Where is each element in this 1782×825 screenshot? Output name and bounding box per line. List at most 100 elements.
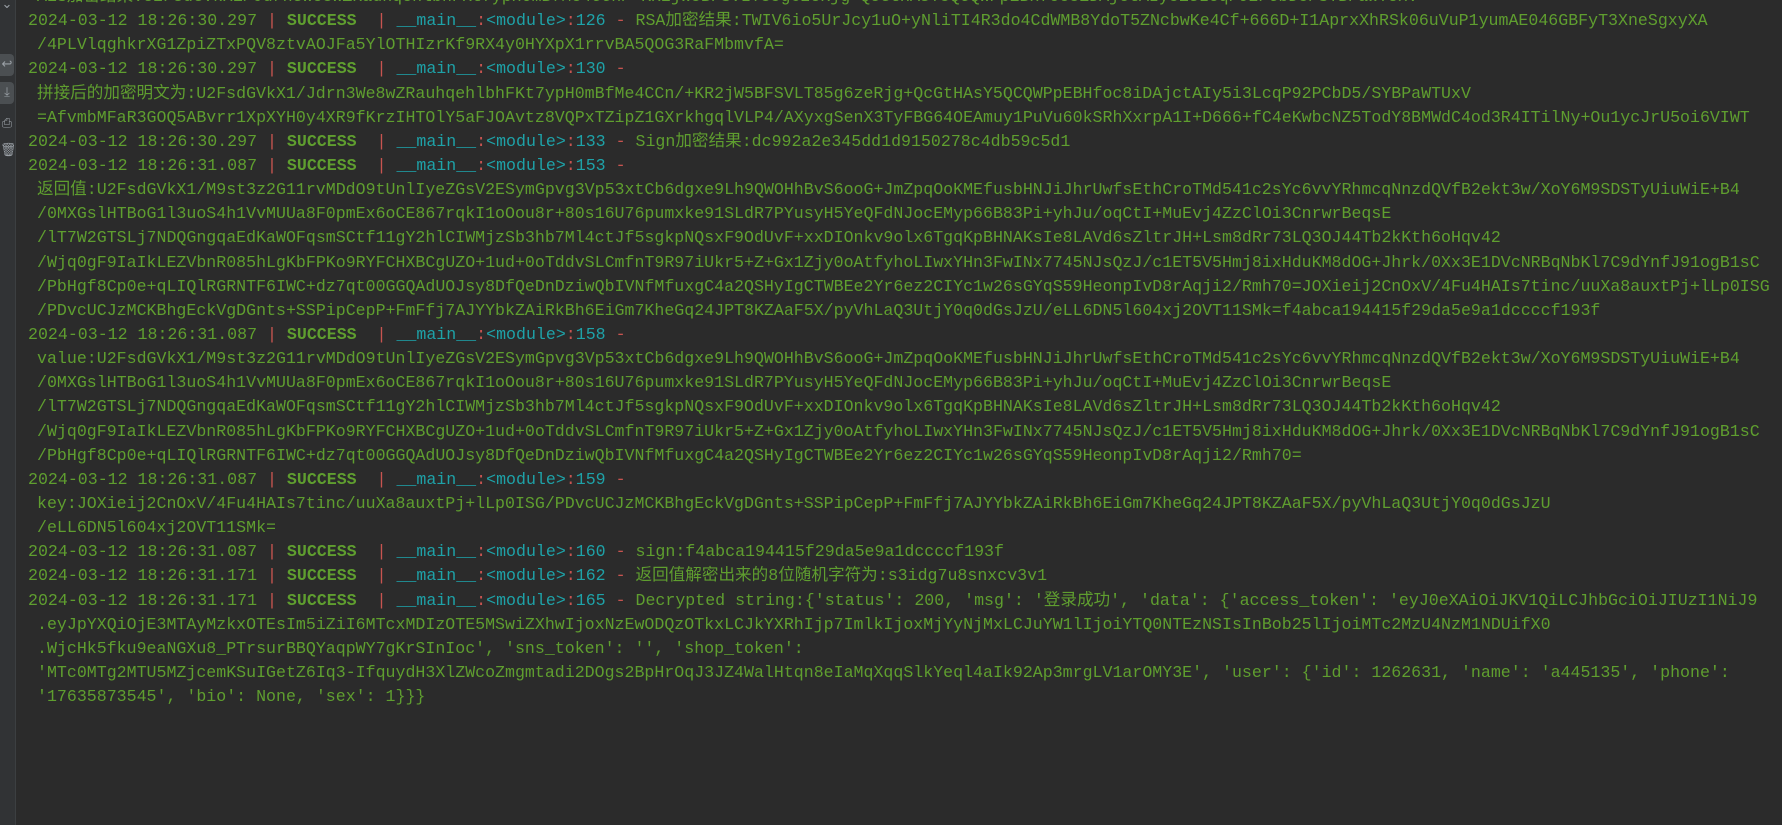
line-number: 133 bbox=[575, 131, 606, 151]
log-continuation-line: /4PLVlqghkrXG1ZpiZTxPQV8ztvAOJFa5YlOTHIz… bbox=[37, 35, 784, 55]
separator: | bbox=[356, 590, 397, 610]
log-continuation-line: /PbHgf8Cp0e+qLIQlRGRNTF6IWC+dz7qt00GGQAd… bbox=[37, 445, 1302, 465]
separator: : bbox=[565, 11, 576, 31]
separator: : bbox=[565, 59, 576, 79]
timestamp: 2024-03-12 18:26:31.087 bbox=[28, 542, 258, 562]
console-output[interactable]: AES加密结果:U2FsdGVkX1/Jdrn3We8wZRauhqehlbhF… bbox=[28, 0, 1782, 709]
separator: | bbox=[257, 469, 287, 489]
function-name: <module> bbox=[486, 566, 566, 586]
log-message: sign:f4abca194415f29da5e9a1dccccf193f bbox=[635, 542, 1004, 562]
log-continuation-line: /0MXGslHTBoG1l3uoS4h1VvMUUa8F0pmEx6oCE86… bbox=[37, 204, 1392, 224]
separator: | bbox=[356, 11, 397, 31]
log-entry-header: 2024-03-12 18:26:30.297 | SUCCESS | __ma… bbox=[28, 9, 1782, 33]
function-name: <module> bbox=[486, 590, 566, 610]
separator: : bbox=[565, 324, 576, 344]
line-number: 130 bbox=[575, 59, 606, 79]
log-continuation-line: /lT7W2GTSLj7NDQGngqaEdKaWOFqsmSCtf11gY2h… bbox=[37, 397, 1501, 417]
separator: - bbox=[605, 566, 636, 586]
print-icon[interactable]: ⎙ bbox=[0, 113, 14, 135]
log-entry-header: 2024-03-12 18:26:30.297 | SUCCESS | __ma… bbox=[28, 130, 1782, 154]
function-name: <module> bbox=[486, 542, 566, 562]
module-name: __main__ bbox=[396, 11, 477, 31]
separator: : bbox=[565, 469, 576, 489]
log-message: Decrypted string:{'status': 200, 'msg': … bbox=[635, 590, 1758, 610]
separator: : bbox=[476, 566, 487, 586]
log-continuation-line: /Wjq0gF9IaIkLEZVbnR085hLgKbFPKo9RYFCHXBC… bbox=[37, 252, 1760, 272]
log-continuation-line: .WjcHk5fku9eaNGXu8_PTrsurBBQYaqpWY7gKrSI… bbox=[37, 638, 804, 658]
separator: : bbox=[476, 11, 487, 31]
soft-wrap-icon[interactable]: ↩ bbox=[0, 54, 14, 76]
module-name: __main__ bbox=[396, 542, 477, 562]
separator: | bbox=[257, 11, 287, 31]
separator: : bbox=[565, 542, 576, 562]
log-entry-header: 2024-03-12 18:26:31.171 | SUCCESS | __ma… bbox=[28, 589, 1782, 613]
timestamp: 2024-03-12 18:26:31.087 bbox=[28, 469, 258, 489]
separator: - bbox=[605, 131, 636, 151]
separator: : bbox=[476, 131, 487, 151]
function-name: <module> bbox=[486, 131, 566, 151]
separator: - bbox=[605, 324, 636, 344]
log-level: SUCCESS bbox=[286, 542, 357, 562]
separator: | bbox=[356, 131, 397, 151]
separator: | bbox=[257, 131, 287, 151]
log-level: SUCCESS bbox=[286, 131, 357, 151]
function-name: <module> bbox=[486, 469, 566, 489]
log-message: Sign加密结果:dc992a2e345dd1d9150278c4db59c5d… bbox=[635, 131, 1071, 151]
separator: : bbox=[476, 590, 487, 610]
log-message: 返回值解密出来的8位随机字符为:s3idg7u8snxcv3v1 bbox=[635, 566, 1048, 586]
function-name: <module> bbox=[486, 59, 566, 79]
log-continuation-line: /PDvcUCJzMCKBhgEckVgDGnts+SSPipCepP+FmFf… bbox=[37, 300, 1601, 320]
log-continuation-line: 'MTc0MTg2MTU5MZjcemKSuIGetZ6Iq3-IfquydH3… bbox=[37, 662, 1730, 682]
log-continuation-line: .eyJpYXQiOjE3MTAyMzkxOTEsIm5iZiI6MTcxMDI… bbox=[37, 614, 1551, 634]
log-level: SUCCESS bbox=[286, 59, 357, 79]
separator: | bbox=[257, 590, 287, 610]
separator: | bbox=[356, 324, 397, 344]
line-number: 153 bbox=[575, 155, 606, 175]
separator: : bbox=[565, 155, 576, 175]
log-level: SUCCESS bbox=[286, 566, 357, 586]
separator: | bbox=[356, 469, 397, 489]
trash-icon[interactable]: 🗑 bbox=[0, 140, 14, 162]
separator: | bbox=[257, 59, 287, 79]
timestamp: 2024-03-12 18:26:30.297 bbox=[28, 131, 258, 151]
separator: : bbox=[476, 59, 487, 79]
separator: : bbox=[476, 469, 487, 489]
separator: - bbox=[605, 11, 636, 31]
timestamp: 2024-03-12 18:26:30.297 bbox=[28, 59, 258, 79]
log-continuation-line: /Wjq0gF9IaIkLEZVbnR085hLgKbFPKo9RYFCHXBC… bbox=[37, 421, 1760, 441]
timestamp: 2024-03-12 18:26:31.171 bbox=[28, 566, 258, 586]
line-number: 162 bbox=[575, 566, 606, 586]
module-name: __main__ bbox=[396, 566, 477, 586]
separator: : bbox=[476, 324, 487, 344]
log-continuation-line: /lT7W2GTSLj7NDQGngqaEdKaWOFqsmSCtf11gY2h… bbox=[37, 228, 1501, 248]
log-continuation-line: /eLL6DN5l604xj2OVT11SMk= bbox=[37, 518, 276, 538]
scroll-to-end-icon[interactable]: ⤓ bbox=[0, 82, 14, 104]
log-entry-header: 2024-03-12 18:26:31.087 | SUCCESS | __ma… bbox=[28, 540, 1782, 564]
function-name: <module> bbox=[486, 11, 566, 31]
separator: - bbox=[605, 542, 636, 562]
separator: - bbox=[605, 469, 636, 489]
function-name: <module> bbox=[486, 155, 566, 175]
separator: : bbox=[565, 566, 576, 586]
module-name: __main__ bbox=[396, 324, 477, 344]
line-number: 160 bbox=[575, 542, 606, 562]
log-message: RSA加密结果:TWIV6io5UrJcy1uO+yNliTI4R3do4CdW… bbox=[635, 11, 1708, 31]
log-continuation-line: 拼接后的加密明文为:U2FsdGVkX1/Jdrn3We8wZRauhqehlb… bbox=[37, 83, 1471, 103]
module-name: __main__ bbox=[396, 590, 477, 610]
line-number: 158 bbox=[575, 324, 606, 344]
log-entry-header: 2024-03-12 18:26:30.297 | SUCCESS | __ma… bbox=[28, 57, 1782, 81]
log-level: SUCCESS bbox=[286, 469, 357, 489]
separator: - bbox=[605, 590, 636, 610]
separator: | bbox=[257, 542, 287, 562]
module-name: __main__ bbox=[396, 131, 477, 151]
separator: | bbox=[356, 155, 397, 175]
timestamp: 2024-03-12 18:26:31.087 bbox=[28, 324, 258, 344]
log-entry-header: 2024-03-12 18:26:31.171 | SUCCESS | __ma… bbox=[28, 564, 1782, 588]
log-level: SUCCESS bbox=[286, 11, 357, 31]
separator: | bbox=[356, 542, 397, 562]
log-continuation-line: 返回值:U2FsdGVkX1/M9st3z2G11rvMDdO9tUnlIyeZ… bbox=[37, 180, 1740, 200]
line-number: 165 bbox=[575, 590, 606, 610]
separator: | bbox=[356, 59, 397, 79]
scroll-arrow-icon[interactable]: ⌄ bbox=[0, 0, 14, 16]
module-name: __main__ bbox=[396, 59, 477, 79]
